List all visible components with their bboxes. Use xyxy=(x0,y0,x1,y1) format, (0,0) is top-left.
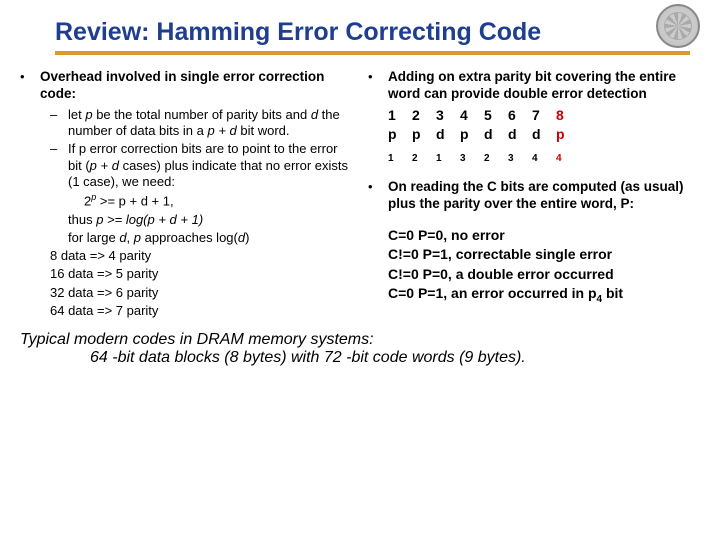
right-heading: Adding on extra parity bit covering the … xyxy=(388,69,700,103)
t: approaches log( xyxy=(141,230,238,245)
case-1: C=0 P=0, no error xyxy=(368,227,700,245)
right-bullet2-text: On reading the C bits are computed (as u… xyxy=(388,179,700,213)
formula-1: 2p >= p + d + 1, xyxy=(20,192,352,210)
var-p: p xyxy=(85,107,92,122)
t: bit word. xyxy=(237,123,290,138)
pos-extra: 8 xyxy=(556,107,580,125)
dash-icon: – xyxy=(50,107,68,140)
footer-line-2: 64 -bit data blocks (8 bytes) with 72 -b… xyxy=(20,349,690,367)
lbl: p3 xyxy=(460,126,484,165)
lbl: p2 xyxy=(412,126,436,165)
left-column: • Overhead involved in single error corr… xyxy=(20,69,360,319)
map-line-2: 16 data => 5 parity xyxy=(20,266,352,282)
t: be the total number of parity bits and xyxy=(93,107,311,122)
sub2-text: If p error correction bits are to point … xyxy=(68,141,352,190)
bullet-icon: • xyxy=(368,69,388,103)
pos: 5 xyxy=(484,107,508,125)
var-d2: d xyxy=(238,230,245,245)
footer-note: Typical modern codes in DRAM memory syst… xyxy=(0,319,720,367)
right-column: • Adding on extra parity bit covering th… xyxy=(360,69,700,319)
pos: 3 xyxy=(436,107,460,125)
lbl: d4 xyxy=(532,126,556,165)
bullet-icon: • xyxy=(368,179,388,213)
right-bullet-1: • Adding on extra parity bit covering th… xyxy=(368,69,700,103)
left-heading: Overhead involved in single error correc… xyxy=(40,69,352,103)
map-line-1: 8 data => 4 parity xyxy=(20,248,352,264)
formula-3: for large d, p approaches log(d) xyxy=(20,230,352,246)
var-pd: p + d xyxy=(207,123,236,138)
t: , xyxy=(127,230,134,245)
var-d: d xyxy=(119,230,126,245)
lbl: d1 xyxy=(436,126,460,165)
sub-bullet-1: – let p be the total number of parity bi… xyxy=(20,107,352,140)
t: C=0 P=1, an error occurred in p xyxy=(388,285,597,301)
t: thus xyxy=(68,212,96,227)
case-4: C=0 P=1, an error occurred in p4 bit xyxy=(368,285,700,306)
pos: 7 xyxy=(532,107,556,125)
t: for large xyxy=(68,230,119,245)
t: p >= log(p + d + 1) xyxy=(96,212,203,227)
var-d: d xyxy=(311,107,318,122)
bullet-icon: • xyxy=(20,69,40,103)
pos: 6 xyxy=(508,107,532,125)
seal-logo-icon xyxy=(656,4,700,48)
map-line-3: 32 data => 6 parity xyxy=(20,285,352,301)
formula-2: thus p >= log(p + d + 1) xyxy=(20,212,352,228)
t: bit xyxy=(602,285,623,301)
bit-positions-row: 12345678 xyxy=(368,107,700,125)
lbl-extra: p4 xyxy=(556,126,580,165)
t: >= p + d + 1, xyxy=(96,193,173,208)
dash-icon: – xyxy=(50,141,68,190)
lbl: d2 xyxy=(484,126,508,165)
case-3: C!=0 P=0, a double error occurred xyxy=(368,266,700,284)
left-bullet-main: • Overhead involved in single error corr… xyxy=(20,69,352,103)
title-block: Review: Hamming Error Correcting Code xyxy=(0,0,720,47)
sub1-text: let p be the total number of parity bits… xyxy=(68,107,352,140)
lbl: p1 xyxy=(388,126,412,165)
lbl: d3 xyxy=(508,126,532,165)
sub-bullet-2: – If p error correction bits are to poin… xyxy=(20,141,352,190)
slide-title: Review: Hamming Error Correcting Code xyxy=(55,18,720,47)
map-line-4: 64 data => 7 parity xyxy=(20,303,352,319)
content-area: • Overhead involved in single error corr… xyxy=(0,55,720,319)
bit-labels-row: p1p2d1p3d2d3d4p4 xyxy=(368,126,700,165)
t: ) xyxy=(245,230,249,245)
var-pd: p + d xyxy=(90,158,119,173)
footer-line-1: Typical modern codes in DRAM memory syst… xyxy=(20,331,690,349)
pos: 2 xyxy=(412,107,436,125)
t: let xyxy=(68,107,85,122)
right-bullet-2: • On reading the C bits are computed (as… xyxy=(368,179,700,213)
pos: 4 xyxy=(460,107,484,125)
var-p: p xyxy=(134,230,141,245)
pos: 1 xyxy=(388,107,412,125)
case-2: C!=0 P=1, correctable single error xyxy=(368,246,700,264)
